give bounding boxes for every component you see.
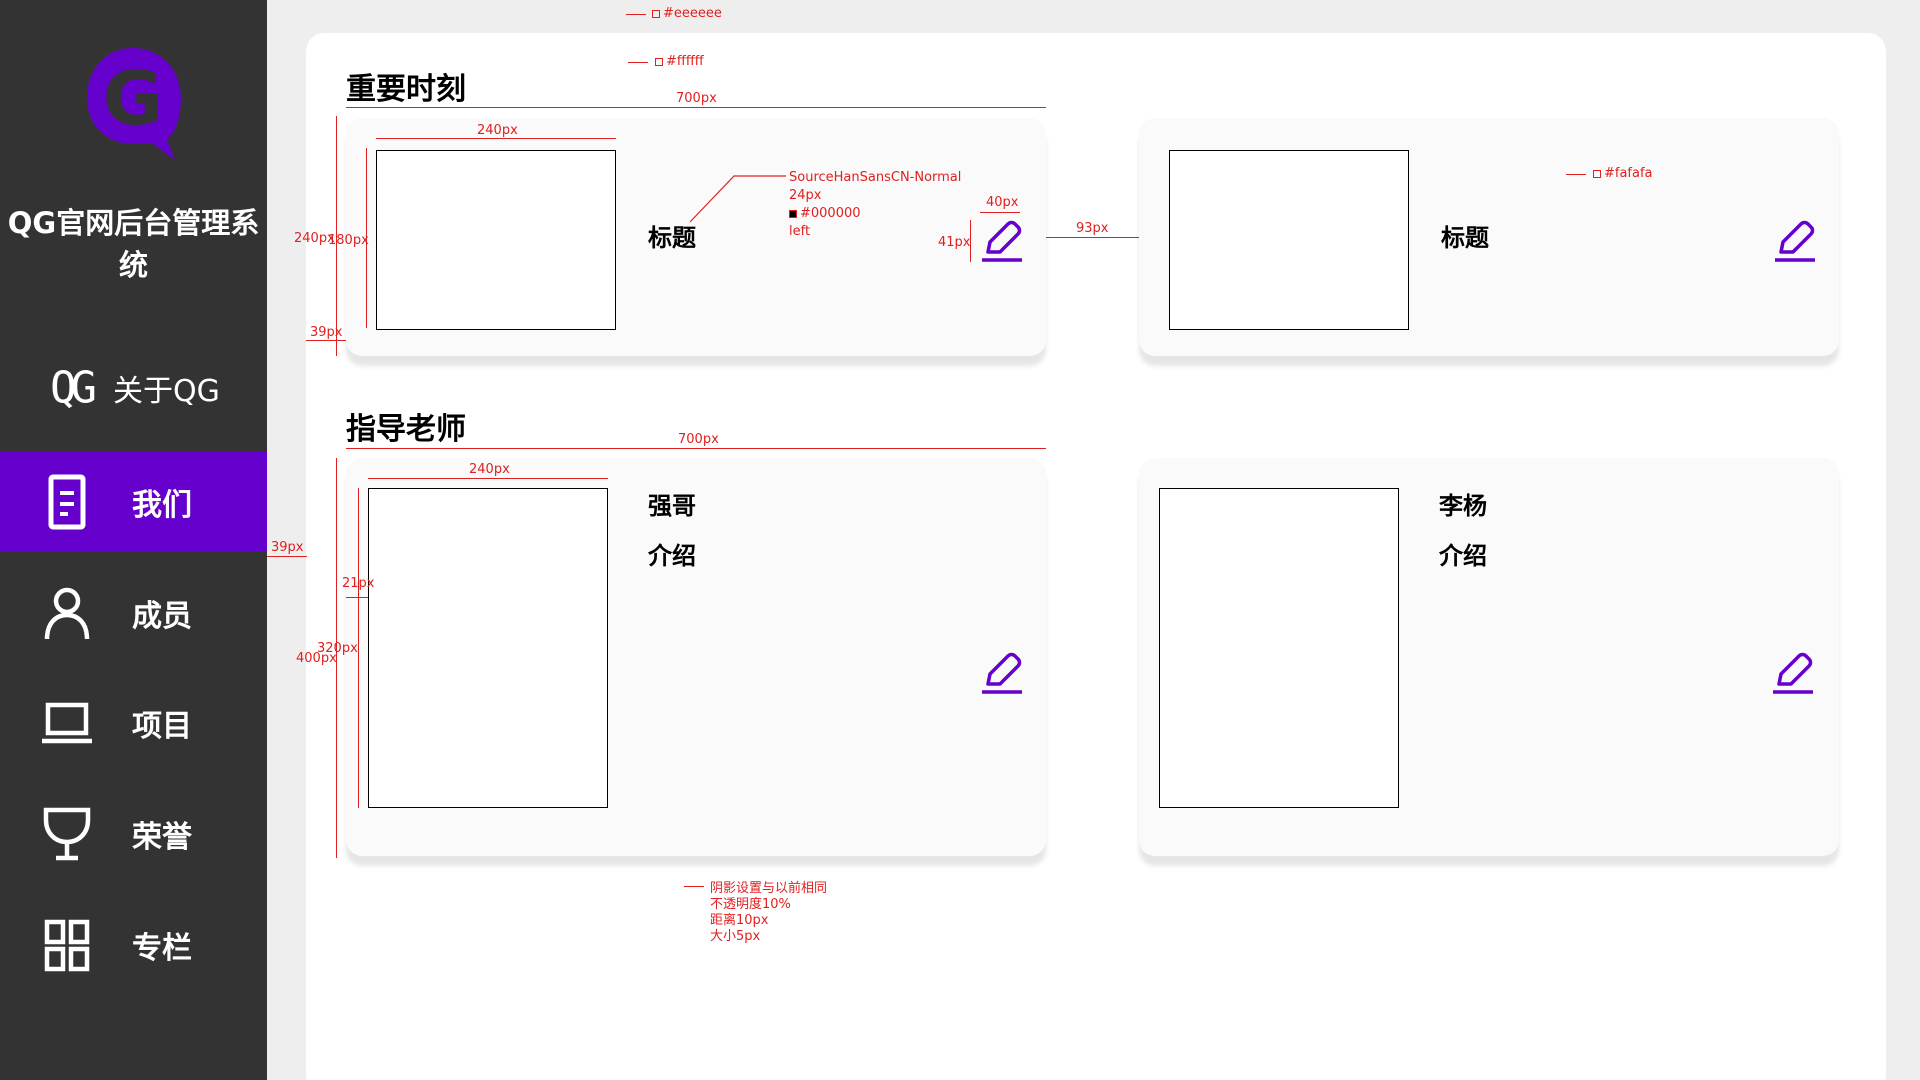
annotation-dimension-line	[368, 478, 608, 479]
sidebar-item-label: 荣誉	[132, 820, 192, 855]
moment-image[interactable]	[376, 150, 616, 330]
annotation-font-spec: SourceHanSansCN-Normal 24px #000000 left	[789, 170, 962, 239]
sidebar-item-members[interactable]: 成员	[0, 563, 267, 663]
annotation-dimension: 93px	[1076, 221, 1109, 236]
sidebar-item-label: 关于QG	[113, 374, 220, 409]
teacher-card-1: 强哥 介绍	[346, 458, 1046, 856]
moment-card-2: 标题	[1139, 118, 1839, 356]
annotation-dimension-line	[1046, 237, 1139, 238]
sidebar-item-us[interactable]: 我们	[0, 452, 267, 552]
sidebar-item-label: 专栏	[132, 931, 192, 966]
user-icon	[44, 587, 90, 640]
annotation-dimension-line	[346, 107, 1046, 108]
document-icon	[48, 474, 86, 530]
edit-icon[interactable]	[980, 218, 1024, 262]
annotation-dimension: 700px	[676, 91, 717, 106]
annotation-dimension: 700px	[678, 432, 719, 447]
teacher-photo[interactable]	[1159, 488, 1399, 808]
annotation-dimension-line	[346, 448, 1046, 449]
teacher-name: 强哥	[648, 492, 696, 520]
annotation-dimension: 240px	[477, 123, 518, 138]
moments-title: 重要时刻	[346, 72, 466, 107]
annotation-dimension: 41px	[938, 235, 971, 250]
trophy-icon	[43, 807, 91, 861]
annotation-dimension: 39px	[310, 325, 343, 340]
teacher-card-2: 李杨 介绍	[1139, 458, 1839, 856]
app-title: QG官网后台管理系统	[7, 206, 260, 282]
annotation-color-label: #fafafa	[1593, 166, 1653, 182]
annotation-dimension: 240px	[469, 462, 510, 477]
annotation-leader	[1566, 174, 1586, 175]
annotation-leader	[626, 14, 646, 15]
sidebar-item-projects[interactable]: 项目	[0, 673, 267, 773]
annotation-leader	[689, 175, 786, 223]
teachers-title: 指导老师	[346, 412, 466, 447]
sidebar: G QG官网后台管理系统 QG 关于QG 我们 成员 项目 荣誉 专栏	[0, 0, 267, 1080]
teacher-intro: 介绍	[1439, 542, 1487, 570]
sidebar-item-honors[interactable]: 荣誉	[0, 784, 267, 884]
teacher-photo[interactable]	[368, 488, 608, 808]
annotation-dimension: 39px	[271, 540, 304, 555]
sidebar-item-label: 成员	[132, 599, 192, 634]
moment-card-title: 标题	[1441, 224, 1489, 252]
annotation-color-label: #eeeeee	[652, 6, 722, 22]
edit-icon[interactable]	[1773, 218, 1817, 262]
annotation-leader	[628, 62, 648, 63]
edit-icon[interactable]	[1771, 650, 1815, 694]
sidebar-item-columns[interactable]: 专栏	[0, 895, 267, 995]
annotation-dimension-line	[980, 212, 1020, 213]
annotation-dimension-line	[346, 597, 368, 598]
annotation-dimension: 180px	[328, 233, 369, 248]
sidebar-item-about-qg[interactable]: QG 关于QG	[0, 338, 267, 438]
sidebar-item-label: 我们	[132, 488, 192, 523]
moment-image[interactable]	[1169, 150, 1409, 330]
teacher-name: 李杨	[1439, 492, 1487, 520]
annotation-dimension-line	[267, 556, 307, 557]
qg-mark-icon: QG	[50, 362, 97, 414]
grid-icon	[44, 919, 90, 972]
svg-text:G: G	[103, 56, 164, 142]
annotation-dimension: 400px	[296, 651, 337, 666]
edit-icon[interactable]	[980, 650, 1024, 694]
annotation-shadow-note: 阴影设置与以前相同 不透明度10% 距离10px 大小5px	[710, 881, 828, 944]
qg-logo-icon: G	[87, 48, 181, 160]
sidebar-item-label: 项目	[132, 709, 192, 744]
annotation-color-label: #ffffff	[655, 54, 704, 70]
teacher-intro: 介绍	[648, 542, 696, 570]
annotation-dimension: 40px	[986, 195, 1019, 210]
annotation-dimension-line	[358, 488, 359, 808]
laptop-icon	[42, 702, 92, 744]
